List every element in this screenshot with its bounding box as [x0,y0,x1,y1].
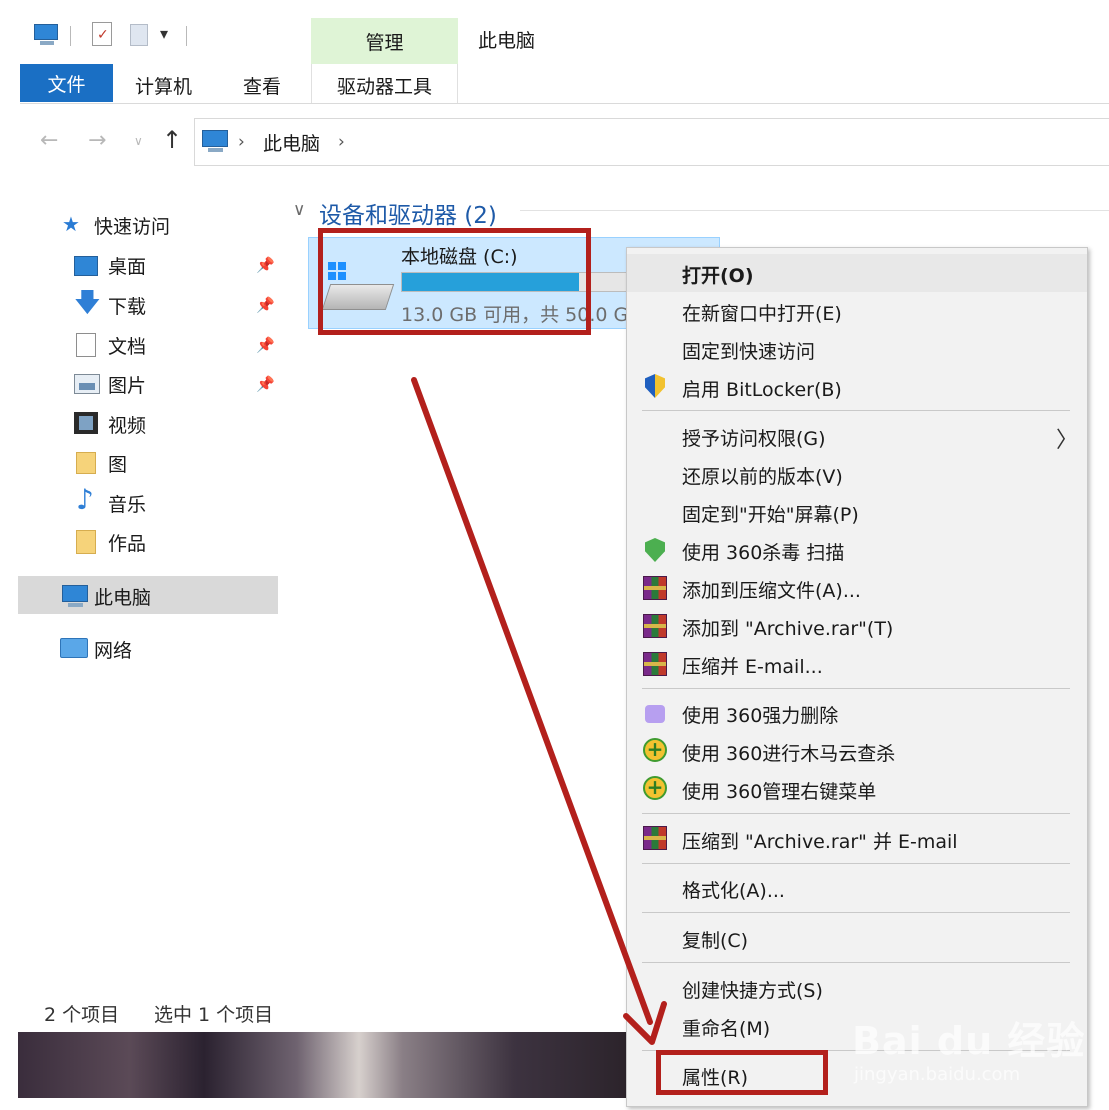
annotation-highlight-box [656,1050,828,1095]
menu-item-restore-previous[interactable]: 还原以前的版本(V) [682,462,843,489]
pin-icon[interactable]: 📌 [256,256,275,274]
network-icon [60,638,88,658]
annotation-highlight-box [318,228,591,335]
menu-separator [642,688,1070,689]
customize-dropdown-icon[interactable]: ▾ [160,24,168,44]
collapse-chevron-icon[interactable]: ∨ [293,200,305,220]
sidebar-item-desktop[interactable]: 桌面 [108,252,146,279]
address-bar[interactable] [194,118,1109,166]
star-pin-icon: ★ [62,212,80,236]
menu-item-copy[interactable]: 复制(C) [682,926,748,953]
breadcrumb-chevron-icon[interactable]: › [238,132,245,152]
sidebar-item-folder-tu[interactable]: 图 [108,450,127,477]
desktop-icon [74,256,98,276]
menu-item-360-manage-menu[interactable]: 使用 360管理右键菜单 [682,777,876,804]
up-arrow-icon[interactable]: ↑ [162,126,182,154]
status-selected-count: 选中 1 个项目 [154,1004,274,1026]
computer-icon [62,585,88,602]
menu-item-open[interactable]: 打开(O) [682,261,754,288]
folder-icon [76,530,96,554]
manage-context-tab-label: 管理 [365,32,404,54]
menu-separator [642,962,1070,963]
360-trojan-icon [643,737,667,762]
sidebar-item-pictures[interactable]: 图片 [108,371,146,398]
pin-icon[interactable]: 📌 [256,336,275,354]
group-header-devices[interactable]: 设备和驱动器 (2) [319,196,497,230]
tab-computer[interactable]: 计算机 [135,72,192,99]
menu-separator [642,410,1070,411]
recent-locations-chevron-icon[interactable]: ∨ [134,134,143,148]
menu-item-pin-start[interactable]: 固定到"开始"屏幕(P) [682,500,859,527]
sidebar-item-downloads[interactable]: 下载 [108,292,146,319]
computer-icon[interactable] [34,22,60,48]
menu-item-compress-rar-email[interactable]: 压缩到 "Archive.rar" 并 E-mail [682,827,958,854]
menu-item-format[interactable]: 格式化(A)... [682,876,785,903]
folder-icon [76,452,96,474]
menu-separator [642,813,1070,814]
toolbar-separator [186,26,187,46]
menu-item-open-new-window[interactable]: 在新窗口中打开(E) [682,299,842,326]
winrar-icon [643,614,667,638]
sidebar-item-documents[interactable]: 文档 [108,332,146,359]
bitlocker-shield-icon [643,374,667,398]
properties-icon[interactable]: ✓ [90,22,116,48]
documents-icon [76,333,96,357]
menu-item-add-archive-rar[interactable]: 添加到 "Archive.rar"(T) [682,614,893,641]
winrar-icon [643,576,667,600]
menu-item-add-archive[interactable]: 添加到压缩文件(A)... [682,576,861,603]
music-note-icon: ♪ [76,483,94,516]
left-gutter [0,0,18,1110]
sidebar-item-videos[interactable]: 视频 [108,411,146,438]
menu-item-bitlocker[interactable]: 启用 BitLocker(B) [682,375,842,402]
winrar-icon [643,826,667,850]
pin-icon[interactable]: 📌 [256,375,275,393]
group-divider [520,210,1109,211]
toolbar-separator [70,26,71,46]
tab-file-label: 文件 [47,74,86,96]
baidu-jingyan-watermark-logo: Bai du 经验 [852,1019,1086,1063]
desktop-background-photo [18,1032,638,1098]
breadcrumb-chevron-icon[interactable]: › [338,132,345,152]
download-arrow-icon: 🡇 [74,288,101,318]
computer-stand [68,603,83,607]
status-item-count: 2 个项目 [44,1004,120,1026]
menu-item-create-shortcut[interactable]: 创建快捷方式(S) [682,976,823,1003]
pictures-icon [74,374,100,394]
new-folder-icon[interactable] [128,22,154,48]
winrar-icon [643,652,667,676]
menu-separator [642,912,1070,913]
360-delete-icon [643,702,667,726]
window-title: 此电脑 [478,30,536,52]
menu-item-pin-quick-access[interactable]: 固定到快速访问 [682,337,815,364]
sidebar-item-music[interactable]: 音乐 [108,490,146,517]
360-antivirus-icon [643,538,667,562]
pin-icon[interactable]: 📌 [256,296,275,314]
back-arrow-icon[interactable]: ← [40,128,58,153]
sidebar-item-quick-access[interactable]: 快速访问 [94,212,170,239]
sidebar-item-works[interactable]: 作品 [108,529,146,556]
menu-item-360-force-delete[interactable]: 使用 360强力删除 [682,701,838,728]
menu-item-compress-email[interactable]: 压缩并 E-mail... [682,652,823,679]
menu-separator [642,863,1070,864]
submenu-arrow-icon: 〉 [1056,428,1079,453]
forward-arrow-icon[interactable]: → [88,128,106,153]
menu-item-grant-access[interactable]: 授予访问权限(G) [682,424,826,451]
sidebar-item-this-pc[interactable]: 此电脑 [94,583,151,610]
tab-drive-tools-label: 驱动器工具 [336,76,432,98]
baidu-jingyan-watermark-url: jingyan.baidu.com [854,1064,1021,1085]
tab-view[interactable]: 查看 [243,72,281,99]
top-strip [0,0,1109,12]
menu-item-360-scan[interactable]: 使用 360杀毒 扫描 [682,538,844,565]
ribbon-divider [20,103,1109,104]
video-icon [74,412,98,434]
computer-icon [202,130,228,152]
menu-item-360-trojan-scan[interactable]: 使用 360进行木马云查杀 [682,739,895,766]
360-menu-icon [643,775,667,800]
menu-item-rename[interactable]: 重命名(M) [682,1014,770,1041]
breadcrumb-this-pc[interactable]: 此电脑 [263,129,320,156]
sidebar-item-network[interactable]: 网络 [94,636,132,663]
